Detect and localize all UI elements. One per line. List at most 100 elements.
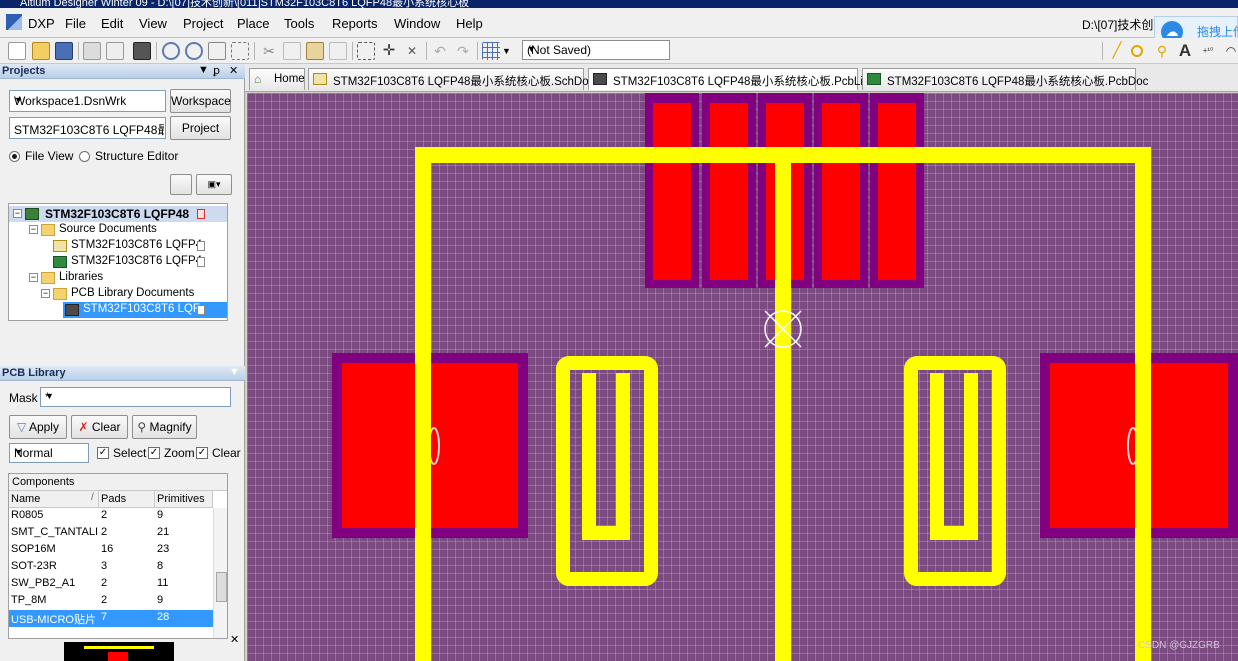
tree-pcb-lib[interactable]: STM32F103C8T6 LQF bbox=[63, 302, 227, 318]
workspace-combo[interactable]: Workspace1.DsnWrk ▼ bbox=[9, 90, 166, 112]
new-document-icon[interactable] bbox=[8, 42, 26, 60]
table-row[interactable]: SOP16M 16 23 bbox=[9, 542, 213, 559]
menu-project[interactable]: Project bbox=[183, 16, 223, 31]
table-row[interactable]: SOT-23R 3 8 bbox=[9, 559, 213, 576]
components-scrollbar[interactable] bbox=[213, 508, 227, 638]
place-line-icon[interactable]: ╱ bbox=[1108, 42, 1126, 60]
save-icon[interactable] bbox=[55, 42, 73, 60]
pcb-footprint-canvas[interactable] bbox=[247, 93, 1238, 661]
clear-button[interactable]: ✗ Clear bbox=[71, 415, 128, 439]
cut-icon[interactable]: ✂ bbox=[260, 42, 278, 60]
close-icon[interactable]: ✕ bbox=[229, 64, 238, 77]
cell-name: SW_PB2_A1 bbox=[11, 577, 76, 589]
place-pad-icon[interactable] bbox=[1131, 45, 1143, 57]
structure-editor-radio[interactable] bbox=[79, 151, 90, 162]
menu-tools[interactable]: Tools bbox=[284, 16, 314, 31]
pin-icon[interactable]: ꝑ bbox=[213, 64, 220, 77]
tree-pcb-library-documents[interactable]: − PCB Library Documents bbox=[9, 286, 227, 302]
zoom-checkbox[interactable]: ✓ bbox=[148, 447, 160, 459]
paste-icon[interactable] bbox=[306, 42, 324, 60]
tree-source-documents[interactable]: − Source Documents bbox=[9, 222, 227, 238]
dxp-logo-icon[interactable] bbox=[6, 14, 22, 30]
collapse-icon[interactable]: ▼ bbox=[229, 366, 240, 378]
clear-existing-checkbox[interactable]: ✓ bbox=[196, 447, 208, 459]
copy-icon[interactable] bbox=[283, 42, 301, 60]
cell-primitives: 9 bbox=[157, 509, 164, 521]
menu-file[interactable]: File bbox=[65, 16, 86, 31]
saved-state-combo[interactable]: (Not Saved) ▼ bbox=[522, 40, 670, 60]
apply-button[interactable]: ▽ Apply bbox=[9, 415, 67, 439]
table-row[interactable]: SW_PB2_A1 2 11 bbox=[9, 576, 213, 593]
select-area-icon[interactable] bbox=[357, 42, 375, 60]
compile-icon[interactable] bbox=[170, 174, 192, 195]
components-table: Components Name / Pads Primitives R0805 2… bbox=[8, 473, 228, 639]
deselect-icon[interactable]: ✕ bbox=[403, 42, 421, 60]
project-button[interactable]: Project bbox=[170, 116, 231, 140]
toolbar-separator bbox=[78, 42, 79, 60]
project-options-dropdown[interactable]: ▣▾ bbox=[196, 174, 232, 195]
project-field[interactable]: STM32F103C8T6 LQFP48最小 bbox=[9, 117, 166, 139]
chevron-down-icon: ▼ bbox=[527, 44, 536, 54]
cell-name: SOP16M bbox=[11, 543, 56, 555]
menu-help[interactable]: Help bbox=[456, 16, 483, 31]
table-row[interactable]: R0805 2 9 bbox=[9, 508, 213, 525]
tree-libraries[interactable]: − Libraries bbox=[9, 270, 227, 286]
tab-home[interactable]: ⌂ Home bbox=[249, 68, 305, 90]
redo-icon[interactable]: ↷ bbox=[454, 42, 472, 60]
tab-schdoc[interactable]: STM32F103C8T6 LQFP48最小系统核心板.SchDoc bbox=[308, 68, 594, 90]
open-folder-icon[interactable] bbox=[32, 42, 50, 60]
menu-place[interactable]: Place bbox=[237, 16, 270, 31]
cell-name: R0805 bbox=[11, 509, 44, 521]
toolbar: ✂ ✛ ✕ ↶ ↷ ▼ (Not Saved) ▼ ╱ ⚲ A +¹⁰ ◠ bbox=[0, 38, 1238, 64]
place-arc-icon[interactable]: ◠ bbox=[1222, 42, 1238, 60]
footprint-drawing bbox=[332, 93, 1238, 661]
move-icon[interactable]: ✛ bbox=[380, 42, 398, 60]
magnify-button[interactable]: ⚲ Magnify bbox=[132, 415, 197, 439]
workspace-button[interactable]: Workspace bbox=[170, 89, 231, 113]
open-device-view-icon[interactable] bbox=[133, 42, 151, 60]
file-view-radio[interactable] bbox=[9, 151, 20, 162]
menu-view[interactable]: View bbox=[139, 16, 167, 31]
tree-root[interactable]: − STM32F103C8T6 LQFP48 bbox=[9, 206, 227, 222]
place-via-icon[interactable]: ⚲ bbox=[1153, 42, 1171, 60]
tab-pcblib[interactable]: STM32F103C8T6 LQFP48最小系统核心板.PcbLib bbox=[588, 68, 869, 90]
print-preview-icon[interactable] bbox=[106, 42, 124, 60]
pad-1 bbox=[653, 103, 691, 280]
menu-window[interactable]: Window bbox=[394, 16, 440, 31]
panel-menu-icon[interactable]: ▼ bbox=[198, 64, 209, 76]
print-icon[interactable] bbox=[83, 42, 101, 60]
column-header-primitives[interactable]: Primitives bbox=[155, 491, 213, 508]
document-tabs: ⌂ Home STM32F103C8T6 LQFP48最小系统核心板.SchDo… bbox=[245, 64, 1238, 92]
cell-name: SOT-23R bbox=[11, 560, 57, 572]
menu-reports[interactable]: Reports bbox=[332, 16, 378, 31]
menu-dxp[interactable]: DXP bbox=[28, 16, 55, 31]
select-checkbox[interactable]: ✓ bbox=[97, 447, 109, 459]
left-slot-outer bbox=[556, 356, 658, 586]
close-icon[interactable]: ✕ bbox=[230, 633, 239, 646]
scrollbar-thumb[interactable] bbox=[216, 572, 227, 602]
zoom-fit-icon[interactable] bbox=[208, 42, 226, 60]
mask-input[interactable]: * ▼ bbox=[40, 387, 231, 407]
mode-combo[interactable]: Normal ▼ bbox=[9, 443, 89, 463]
zoom-in-icon[interactable] bbox=[162, 42, 180, 60]
rubber-stamp-icon[interactable] bbox=[329, 42, 347, 60]
table-row[interactable]: SMT_C_TANTALI 2 21 bbox=[9, 525, 213, 542]
grid-icon[interactable] bbox=[482, 42, 500, 60]
cell-primitives: 21 bbox=[157, 526, 170, 538]
grid-dropdown-icon[interactable]: ▼ bbox=[502, 42, 512, 60]
column-header-name[interactable]: Name bbox=[9, 491, 99, 508]
path-field[interactable]: D:\[07]技术创 bbox=[1082, 16, 1153, 33]
place-coordinate-icon[interactable]: +¹⁰ bbox=[1199, 42, 1217, 60]
place-string-icon[interactable]: A bbox=[1176, 42, 1194, 60]
table-row[interactable]: TP_8M 2 9 bbox=[9, 593, 213, 610]
tree-pcb-doc[interactable]: STM32F103C8T6 LQFP4 bbox=[9, 254, 227, 270]
tab-pcbdoc[interactable]: STM32F103C8T6 LQFP48最小系统核心板.PcbDoc bbox=[862, 68, 1148, 90]
tree-sch-doc[interactable]: STM32F103C8T6 LQFP4 bbox=[9, 238, 227, 254]
table-row[interactable]: USB-MICRO贴片 7 28 bbox=[9, 610, 213, 627]
zoom-selected-icon[interactable] bbox=[231, 42, 249, 60]
menu-bar: DXP File Edit View Project Place Tools R… bbox=[0, 8, 1238, 46]
column-header-pads[interactable]: Pads bbox=[99, 491, 155, 508]
undo-icon[interactable]: ↶ bbox=[431, 42, 449, 60]
zoom-out-icon[interactable] bbox=[185, 42, 203, 60]
menu-edit[interactable]: Edit bbox=[101, 16, 123, 31]
